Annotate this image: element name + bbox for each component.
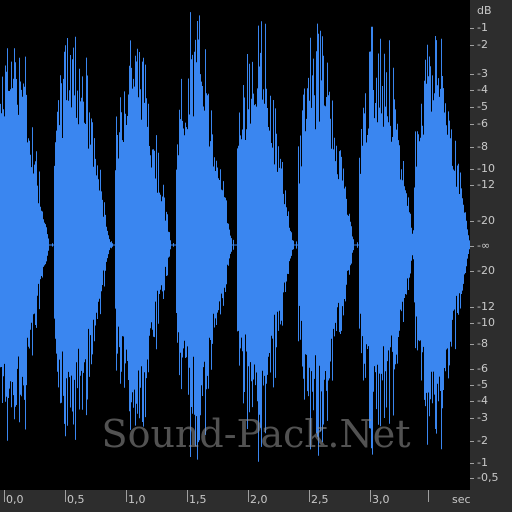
db-ruler: dB -1 -2 -3 -4 -5 -6 -8 -10 -12 -20 -∞ -20 -12 -10 -8 -…	[470, 0, 512, 490]
db-tick	[470, 344, 474, 345]
db-tick	[470, 478, 474, 479]
db-tick	[470, 169, 474, 170]
db-label: -3	[477, 67, 488, 80]
db-tick	[470, 185, 474, 186]
db-label: -20	[477, 214, 495, 227]
db-tick	[470, 107, 474, 108]
time-label: 1,0	[128, 493, 146, 506]
db-label: -20	[477, 264, 495, 277]
time-tick	[428, 490, 429, 502]
waveform-display[interactable]	[0, 0, 470, 490]
time-tick	[65, 490, 66, 502]
time-label: 3,0	[372, 493, 390, 506]
db-tick	[470, 90, 474, 91]
db-tick	[470, 323, 474, 324]
db-label: -2	[477, 38, 488, 51]
db-tick	[470, 271, 474, 272]
db-tick	[470, 124, 474, 125]
db-tick	[470, 441, 474, 442]
db-tick	[470, 418, 474, 419]
time-label: 0,0	[6, 493, 24, 506]
db-label: -4	[477, 83, 488, 96]
time-tick	[248, 490, 249, 502]
db-label: -5	[477, 378, 488, 391]
db-label: -8	[477, 140, 488, 153]
time-tick	[370, 490, 371, 502]
db-tick	[470, 246, 474, 247]
db-label: -6	[477, 362, 488, 375]
db-tick	[470, 369, 474, 370]
time-tick	[4, 490, 5, 502]
db-label: -8	[477, 337, 488, 350]
db-label: -12	[477, 300, 495, 313]
db-tick	[470, 401, 474, 402]
time-label: 2,0	[250, 493, 268, 506]
db-label: -5	[477, 100, 488, 113]
db-tick	[470, 385, 474, 386]
db-label: -3	[477, 411, 488, 424]
waveform-svg	[0, 12, 470, 462]
db-tick	[470, 147, 474, 148]
time-tick	[126, 490, 127, 502]
time-label: 1,5	[189, 493, 207, 506]
db-tick	[470, 463, 474, 464]
db-label: -12	[477, 178, 495, 191]
db-tick	[470, 45, 474, 46]
db-tick	[470, 28, 474, 29]
db-label: -1	[477, 21, 488, 34]
db-label: -10	[477, 316, 495, 329]
time-tick	[309, 490, 310, 502]
db-label: -0,5	[477, 471, 499, 484]
time-label: 0,5	[67, 493, 85, 506]
db-label: -1	[477, 456, 488, 469]
time-unit-label: sec	[452, 493, 471, 506]
db-tick	[470, 307, 474, 308]
db-tick	[470, 74, 474, 75]
db-label: -2	[477, 434, 488, 447]
db-label: -10	[477, 162, 495, 175]
time-tick	[187, 490, 188, 502]
db-tick	[470, 221, 474, 222]
db-label: -∞	[477, 239, 491, 252]
db-label: -4	[477, 394, 488, 407]
waveform-signal	[0, 12, 470, 462]
db-unit-label: dB	[477, 4, 492, 17]
time-ruler: sec 0,0 0,5 1,0 1,5 2,0 2,5 3,0	[0, 490, 512, 512]
db-label: -6	[477, 117, 488, 130]
time-label: 2,5	[311, 493, 329, 506]
